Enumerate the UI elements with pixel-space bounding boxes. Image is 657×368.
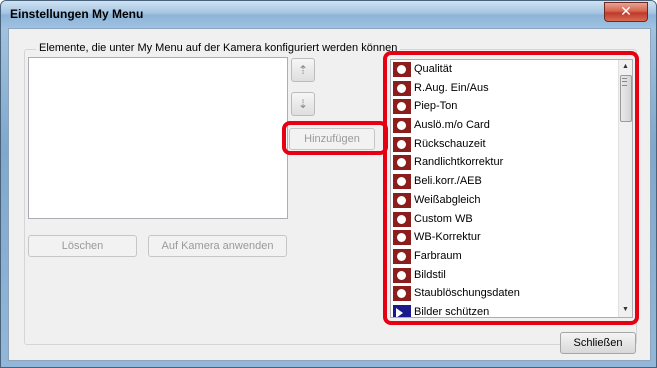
- list-item-label: Piep-Ton: [414, 100, 458, 113]
- list-item-label: Custom WB: [414, 212, 473, 225]
- camera-red-icon: [393, 136, 411, 152]
- list-item-label: Beli.korr./AEB: [414, 175, 482, 188]
- dialog-window: Einstellungen My Menu ✕ Elemente, die un…: [0, 0, 657, 368]
- list-item[interactable]: Qualität: [391, 60, 619, 79]
- list-item-label: Bilder schützen: [414, 305, 490, 318]
- list-item-label: WB-Korrektur: [414, 231, 481, 244]
- apply-to-camera-button[interactable]: Auf Kamera anwenden: [148, 235, 287, 257]
- list-item[interactable]: R.Aug. Ein/Aus: [391, 79, 619, 98]
- move-up-icon: ⇡: [297, 63, 309, 77]
- group-label: Elemente, die unter My Menu auf der Kame…: [36, 42, 401, 54]
- close-window-button[interactable]: ✕: [604, 2, 648, 22]
- camera-red-icon: [393, 211, 411, 227]
- list-item-label: Qualität: [414, 63, 452, 75]
- window-title: Einstellungen My Menu: [10, 7, 144, 21]
- list-item[interactable]: Piep-Ton: [391, 97, 619, 116]
- list-item-label: Bildstil: [414, 268, 446, 281]
- my-menu-list[interactable]: [28, 57, 288, 219]
- list-item[interactable]: Auslö.m/o Card: [391, 116, 619, 135]
- camera-red-icon: [393, 99, 411, 115]
- list-item[interactable]: Staublöschungsdaten: [391, 284, 619, 303]
- list-item-label: Staublöschungsdaten: [414, 287, 520, 300]
- list-item[interactable]: Weißabgleich: [391, 191, 619, 210]
- list-item-label: Farbraum: [414, 249, 462, 262]
- scroll-down-icon[interactable]: ▼: [619, 303, 632, 317]
- list-item[interactable]: Randlichtkorrektur: [391, 153, 619, 172]
- camera-red-icon: [393, 248, 411, 264]
- list-item[interactable]: Custom WB: [391, 210, 619, 229]
- camera-red-icon: [393, 62, 411, 77]
- list-item-label: R.Aug. Ein/Aus: [414, 81, 489, 94]
- move-down-button[interactable]: ⇣: [291, 92, 315, 116]
- camera-red-icon: [393, 80, 411, 96]
- list-item-label: Weißabgleich: [414, 193, 481, 206]
- scrollbar[interactable]: ▲ ▼: [618, 60, 632, 317]
- items-container: Qualität R.Aug. Ein/Aus Piep-Ton Auslö.m/o …: [391, 60, 619, 318]
- playback-blue-icon: [393, 304, 411, 317]
- camera-red-icon: [393, 267, 411, 283]
- scroll-up-icon[interactable]: ▲: [619, 60, 632, 74]
- close-button[interactable]: Schließen: [560, 332, 636, 354]
- move-up-button[interactable]: ⇡: [291, 58, 315, 82]
- camera-red-icon: [393, 118, 411, 134]
- delete-button[interactable]: Löschen: [28, 235, 137, 257]
- list-item[interactable]: Bilder schützen: [391, 303, 619, 318]
- camera-red-icon: [393, 230, 411, 246]
- camera-red-icon: [393, 174, 411, 190]
- list-item[interactable]: Rückschauzeit: [391, 135, 619, 154]
- list-item[interactable]: WB-Korrektur: [391, 228, 619, 247]
- camera-red-icon: [393, 286, 411, 302]
- move-down-icon: ⇣: [297, 97, 309, 111]
- dialog-body: Elemente, die unter My Menu auf der Kame…: [8, 28, 651, 361]
- list-item-label: Rückschauzeit: [414, 137, 486, 150]
- list-item[interactable]: Beli.korr./AEB: [391, 172, 619, 191]
- available-items-list[interactable]: Qualität R.Aug. Ein/Aus Piep-Ton Auslö.m/o …: [390, 59, 633, 318]
- add-button[interactable]: Hinzufügen: [289, 128, 375, 150]
- list-item[interactable]: Farbraum: [391, 247, 619, 266]
- camera-red-icon: [393, 155, 411, 171]
- list-item-label: Auslö.m/o Card: [414, 119, 490, 132]
- list-item[interactable]: Bildstil: [391, 266, 619, 285]
- camera-red-icon: [393, 192, 411, 208]
- scroll-grip-icon: [622, 78, 627, 86]
- title-bar[interactable]: Einstellungen My Menu ✕: [1, 1, 656, 27]
- list-item-label: Randlichtkorrektur: [414, 156, 504, 169]
